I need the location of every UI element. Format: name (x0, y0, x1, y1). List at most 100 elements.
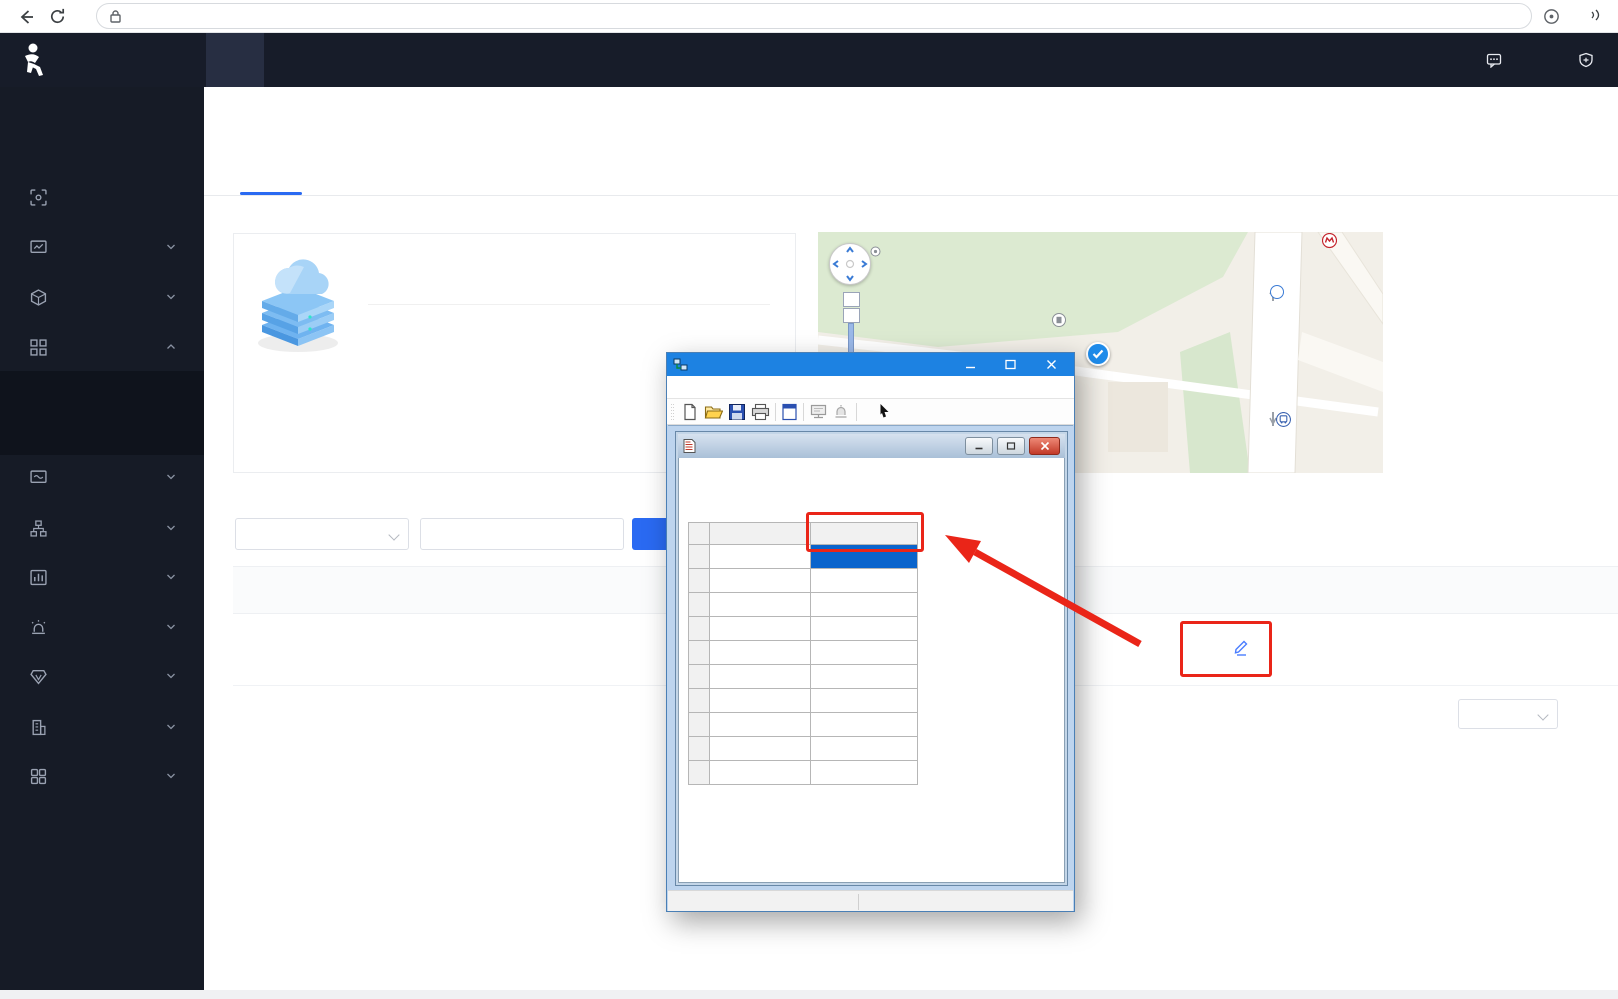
chevron-down-icon (166, 523, 176, 533)
usr-logo-icon (16, 42, 48, 78)
nav-tab-iot[interactable] (206, 33, 264, 87)
pagination-page-size-select[interactable] (1458, 699, 1558, 729)
doc-close-button[interactable] (1029, 437, 1060, 455)
modbus-slave-window[interactable] (666, 352, 1075, 912)
bank-poi-icon (1322, 233, 1337, 248)
chevron-down-icon (166, 242, 176, 252)
sidebar-item-device-list[interactable] (0, 371, 204, 413)
sidebar-item-device-template[interactable] (0, 413, 204, 455)
display-setup-icon[interactable] (781, 403, 798, 421)
toolbar-separator (775, 403, 776, 421)
modbus-mdi-area (668, 425, 1073, 890)
context-help-icon[interactable] (879, 401, 903, 421)
minimize-icon (965, 359, 976, 370)
modbus-statusbar (668, 890, 1073, 911)
chat-icon (1486, 52, 1502, 68)
connection-display-icon[interactable] (809, 403, 828, 421)
modbus-app-icon (673, 357, 688, 372)
print-icon[interactable] (751, 403, 770, 421)
poi-icon (870, 246, 881, 257)
chevron-down-icon (166, 472, 176, 482)
grid-row[interactable] (689, 593, 918, 617)
device-image (252, 247, 344, 355)
grid-row[interactable] (689, 641, 918, 665)
save-icon[interactable] (728, 403, 746, 421)
variable-search-input[interactable] (420, 518, 624, 550)
connection-alarm-icon[interactable] (832, 403, 850, 421)
new-file-icon[interactable] (681, 403, 699, 421)
grid-corner-cell (689, 523, 710, 545)
nav-tab-sim[interactable] (332, 33, 376, 87)
support-link[interactable] (1486, 33, 1508, 87)
sidebar-item-datacenter[interactable] (0, 553, 204, 601)
device-submenu (0, 371, 204, 455)
grid-row[interactable] (689, 617, 918, 641)
maximize-button[interactable] (995, 353, 1025, 376)
sidebar-item-enterprise[interactable] (0, 703, 204, 751)
sound-waves-icon (1591, 8, 1601, 22)
close-icon (1046, 359, 1057, 370)
sidebar-item-gateway[interactable] (0, 453, 204, 501)
chevron-down-icon (166, 572, 176, 582)
url-bar[interactable] (96, 3, 1532, 29)
close-button[interactable] (1033, 353, 1069, 376)
toolbar-grip (670, 403, 674, 421)
back-icon[interactable] (16, 7, 36, 27)
document-icon (682, 438, 697, 454)
grid-col-alias (710, 523, 811, 545)
device-location-marker[interactable] (1086, 342, 1110, 366)
open-file-icon[interactable] (704, 403, 723, 421)
chevron-down-icon (166, 771, 176, 781)
mbslave1-titlebar[interactable] (678, 434, 1065, 458)
toolbar-separator (856, 403, 857, 421)
sidebar-item-alarm[interactable] (0, 603, 204, 651)
screen (0, 0, 1618, 999)
sidebar-item-overview[interactable] (0, 173, 204, 221)
grid-row[interactable] (689, 545, 918, 569)
logo[interactable] (0, 33, 204, 87)
grid-row[interactable] (689, 665, 918, 689)
maximize-icon (1005, 359, 1016, 370)
sidebar-item-scene[interactable] (0, 273, 204, 321)
sidebar-item-device[interactable] (0, 323, 204, 371)
modbus-register-grid[interactable] (688, 522, 918, 785)
map-zoom-out-button[interactable] (843, 308, 860, 323)
nav-tab-mall[interactable] (396, 33, 472, 87)
chevron-up-icon (166, 342, 176, 352)
grid-header-row (689, 523, 918, 545)
chevron-down-icon (388, 529, 399, 540)
grid-row[interactable] (689, 689, 918, 713)
variable-filter-select[interactable] (235, 518, 409, 550)
parking-poi-icon (1270, 285, 1284, 299)
mbslave1-document-window[interactable] (675, 431, 1068, 886)
chevron-down-icon (166, 722, 176, 732)
send-to-device-icon[interactable] (1542, 7, 1561, 26)
sidebar-item-configuration[interactable] (0, 504, 204, 552)
read-aloud-icon[interactable] (1578, 6, 1604, 26)
minimize-button[interactable] (953, 353, 987, 376)
shield-icon (1578, 52, 1594, 68)
refresh-icon[interactable] (48, 7, 67, 26)
grid-row[interactable] (689, 761, 918, 785)
nav-tab-dm[interactable] (276, 33, 316, 87)
doc-restore-button[interactable] (997, 437, 1025, 455)
map-zoom-in-button[interactable] (843, 292, 860, 307)
restore-icon (1006, 441, 1016, 451)
grid-row[interactable] (689, 737, 918, 761)
map-pan-control[interactable] (829, 243, 871, 285)
chevron-down-icon (1537, 709, 1548, 720)
mbslave1-content (678, 458, 1065, 883)
bus-poi-icon (1276, 412, 1291, 427)
sidebar-item-bigscreen[interactable] (0, 223, 204, 271)
sidebar-item-value-service[interactable] (0, 652, 204, 700)
user-link[interactable] (1578, 33, 1600, 87)
doc-minimize-button[interactable] (965, 437, 993, 455)
status-separator (858, 894, 859, 910)
grid-row[interactable] (689, 569, 918, 593)
building-poi-icon (1052, 313, 1066, 327)
grid-row[interactable] (689, 713, 918, 737)
sidebar-item-extensions[interactable] (0, 752, 204, 800)
check-icon (1092, 349, 1104, 359)
modbus-titlebar[interactable] (667, 353, 1074, 376)
edit-icon[interactable] (1233, 638, 1250, 656)
